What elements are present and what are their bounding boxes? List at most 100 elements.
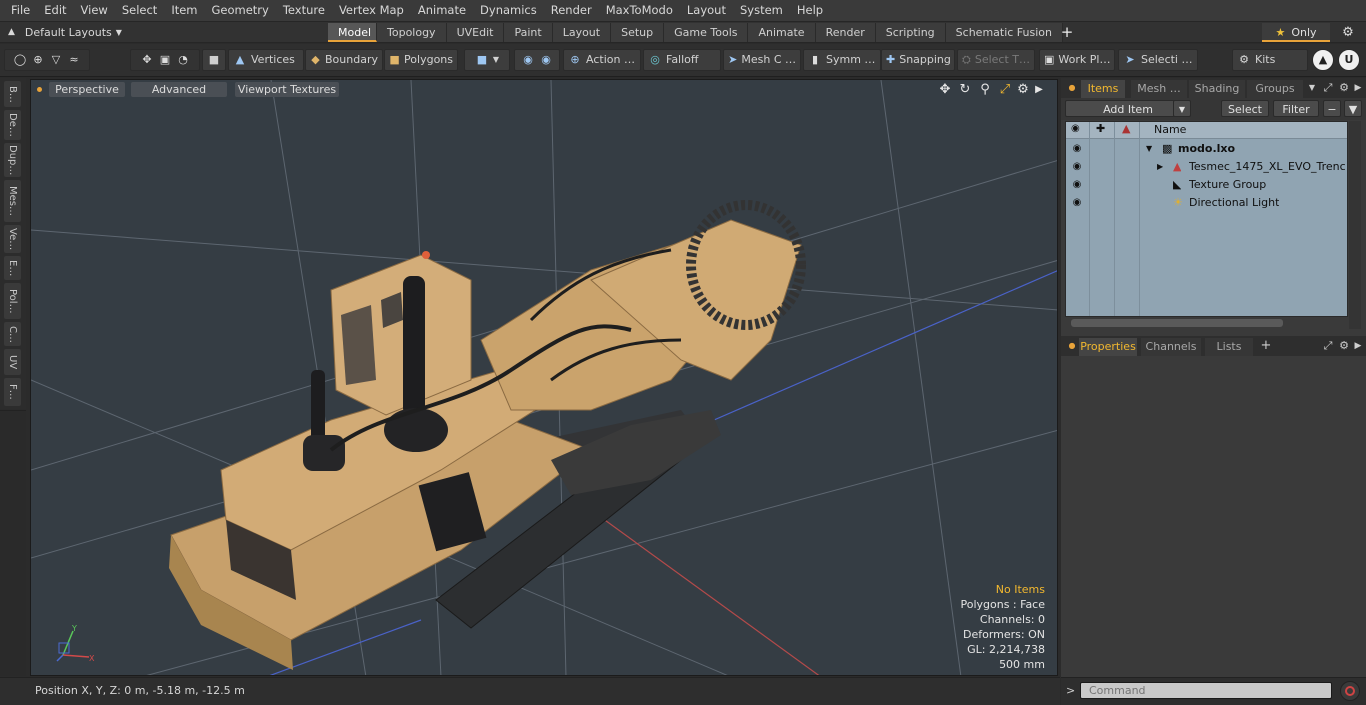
rotate-icon[interactable]: ◔: [176, 53, 190, 67]
layout-dropdown[interactable]: ▲ Default Layouts ▼: [8, 22, 122, 43]
polygons-button[interactable]: ■ Polygons: [384, 49, 458, 71]
action-center-button[interactable]: ⊕ Action …: [563, 49, 641, 71]
menu-dynamics[interactable]: Dynamics: [473, 0, 544, 21]
menu-edit[interactable]: Edit: [37, 0, 73, 21]
menu-maxtomodo[interactable]: MaxToModo: [599, 0, 680, 21]
falloff-button[interactable]: ◎ Falloff: [643, 49, 721, 71]
left-tab-mesh-edit[interactable]: Mes…: [4, 180, 21, 222]
snapping-button[interactable]: ✚ Snapping: [881, 49, 955, 71]
panel-arrow-icon[interactable]: ▶: [1351, 338, 1365, 354]
left-tab-edge[interactable]: E…: [4, 256, 21, 280]
tab-groups[interactable]: Groups: [1247, 80, 1303, 98]
shield-icon[interactable]: ◉: [521, 53, 535, 67]
menu-geometry[interactable]: Geometry: [205, 0, 276, 21]
panel-menu-dot[interactable]: ●: [1065, 80, 1079, 96]
expand-panel-icon[interactable]: ⤢: [1321, 80, 1335, 96]
panel-gear-icon[interactable]: ⚙: [1337, 80, 1351, 96]
shield-alt-icon[interactable]: ◉: [539, 53, 553, 67]
selection-sets-button[interactable]: ➤ Selecti …: [1118, 49, 1198, 71]
menu-select[interactable]: Select: [115, 0, 164, 21]
collapse-icon[interactable]: −: [1323, 100, 1341, 117]
tab-channels[interactable]: Channels: [1141, 338, 1201, 356]
tab-items[interactable]: Items: [1081, 80, 1125, 98]
pen-icon[interactable]: ▽: [49, 53, 63, 67]
scrollbar-thumb[interactable]: [1071, 319, 1283, 327]
tab-model[interactable]: Model: [328, 23, 377, 42]
menu-layout[interactable]: Layout: [680, 0, 733, 21]
left-tab-uv[interactable]: UV: [4, 349, 21, 375]
tree-row-directional-light[interactable]: ◉ ☀ Directional Light: [1066, 194, 1347, 212]
add-tab-icon[interactable]: +: [1058, 22, 1076, 43]
viewport-textures-button[interactable]: Viewport Textures: [235, 82, 339, 97]
circle-select-icon[interactable]: ◯: [13, 53, 27, 67]
menu-view[interactable]: View: [74, 0, 115, 21]
expand-panel-icon[interactable]: ⤢: [1321, 338, 1335, 354]
tab-topology[interactable]: Topology: [377, 23, 447, 42]
command-input[interactable]: [1080, 682, 1332, 699]
work-plane-button[interactable]: ▣ Work Pl…: [1039, 49, 1115, 71]
tab-uvedit[interactable]: UVEdit: [446, 23, 505, 42]
globe-icon[interactable]: ⊕: [31, 53, 45, 67]
menu-help[interactable]: Help: [790, 0, 830, 21]
left-tab-duplicate[interactable]: Dup…: [4, 143, 21, 177]
left-tab-fusion[interactable]: F…: [4, 378, 21, 406]
add-item-dropdown[interactable]: ▼: [1173, 100, 1191, 117]
perspective-button[interactable]: Perspective: [49, 82, 125, 97]
gear-icon[interactable]: ⚙: [1338, 23, 1358, 42]
eye-icon[interactable]: ◉: [1070, 140, 1084, 158]
chevron-down-icon[interactable]: ▼: [1305, 80, 1319, 96]
funnel-icon[interactable]: ▼: [1344, 100, 1362, 117]
panel-arrow-icon[interactable]: ▶: [1351, 80, 1365, 96]
eye-icon[interactable]: ◉: [1070, 158, 1084, 176]
boundary-button[interactable]: ◆ Boundary: [305, 49, 383, 71]
maximize-icon[interactable]: ⤢: [997, 82, 1013, 98]
tab-render[interactable]: Render: [815, 23, 876, 42]
pan-icon[interactable]: ✥: [937, 82, 953, 98]
name-column-header[interactable]: Name: [1154, 123, 1186, 136]
tab-layout[interactable]: Layout: [552, 23, 612, 42]
menu-texture[interactable]: Texture: [276, 0, 332, 21]
vertices-button[interactable]: ▲ Vertices: [228, 49, 304, 71]
viewport-menu-dot[interactable]: [37, 87, 42, 92]
left-tab-polygon[interactable]: Pol…: [4, 283, 21, 319]
panel-gear-icon[interactable]: ⚙: [1337, 338, 1351, 354]
mesh-constraint-button[interactable]: ➤ Mesh C …: [723, 49, 801, 71]
tab-animate[interactable]: Animate: [748, 23, 816, 42]
expand-arrow-icon[interactable]: ▼: [1146, 140, 1152, 158]
left-tab-deform[interactable]: De…: [4, 110, 21, 140]
menu-vertex-map[interactable]: Vertex Map: [332, 0, 411, 21]
menu-item[interactable]: Item: [164, 0, 204, 21]
tab-paint[interactable]: Paint: [504, 23, 553, 42]
tab-lists[interactable]: Lists: [1205, 338, 1253, 356]
menu-animate[interactable]: Animate: [411, 0, 473, 21]
select-button[interactable]: Select: [1221, 100, 1269, 117]
only-button[interactable]: ★ Only: [1262, 23, 1330, 42]
menu-system[interactable]: System: [733, 0, 790, 21]
select-through-button[interactable]: ⛭ Select T…: [957, 49, 1035, 71]
item-mode-button[interactable]: ■: [202, 49, 226, 71]
viewport-arrow-icon[interactable]: ▶: [1031, 82, 1047, 98]
tree-horizontal-scrollbar[interactable]: [1065, 317, 1348, 329]
tab-setup[interactable]: Setup: [611, 23, 665, 42]
tree-vertical-scrollbar[interactable]: [1349, 121, 1361, 329]
lasso-icon[interactable]: ≈: [67, 53, 81, 67]
left-tab-curve[interactable]: C…: [4, 322, 21, 346]
eye-icon[interactable]: ◉: [1070, 194, 1084, 212]
panel-menu-dot[interactable]: ●: [1065, 338, 1079, 354]
unreal-button[interactable]: U: [1338, 49, 1360, 71]
material-dropdown[interactable]: ■ ▼: [464, 49, 510, 71]
tab-game-tools[interactable]: Game Tools: [664, 23, 749, 42]
unity-button[interactable]: ▲: [1312, 49, 1334, 71]
kits-button[interactable]: ⚙ Kits: [1232, 49, 1308, 71]
viewport-gear-icon[interactable]: ⚙: [1015, 82, 1031, 98]
box-icon[interactable]: ▣: [158, 53, 172, 67]
tree-row-texture-group[interactable]: ◉ ◣ Texture Group: [1066, 176, 1347, 194]
left-tab-basic[interactable]: B…: [4, 81, 21, 107]
tree-row-scene[interactable]: ◉ ▼ ▩ modo.lxo: [1066, 140, 1347, 158]
menu-render[interactable]: Render: [544, 0, 599, 21]
tab-schematic-fusion[interactable]: Schematic Fusion: [945, 23, 1063, 42]
expand-arrow-icon[interactable]: ▶: [1157, 158, 1163, 176]
menu-file[interactable]: File: [4, 0, 37, 21]
move-icon[interactable]: ✥: [140, 53, 154, 67]
tab-properties[interactable]: Properties: [1079, 338, 1137, 356]
